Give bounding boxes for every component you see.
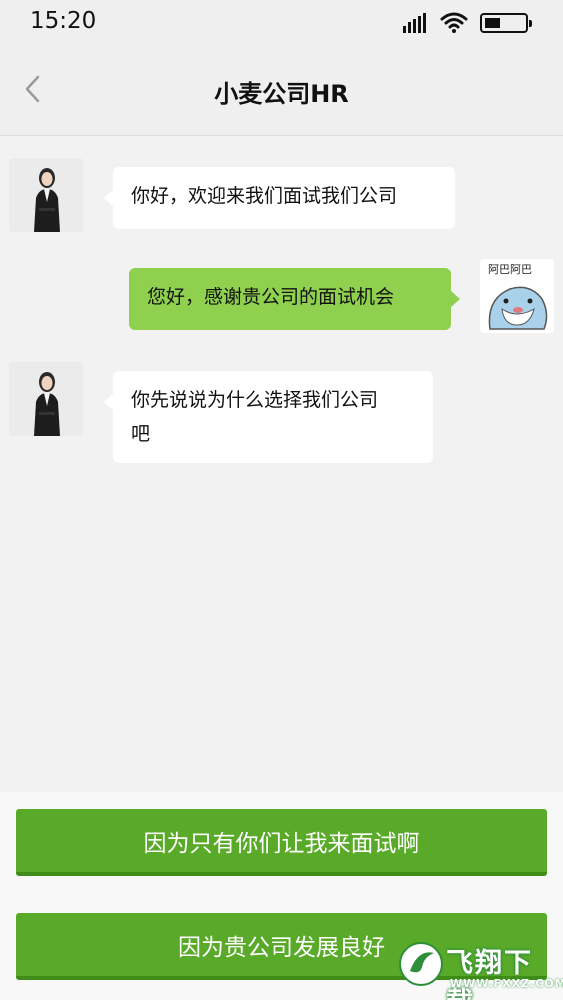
woman-avatar-icon bbox=[9, 158, 83, 232]
sticker-caption: 阿巴阿巴 bbox=[488, 263, 532, 276]
hr-avatar[interactable] bbox=[9, 362, 83, 436]
chat-area: 你好，欢迎来我们面试我们公司 您好，感谢贵公司的面试机会 阿巴阿巴 你先说说为什… bbox=[0, 137, 563, 792]
status-bar: 15:20 bbox=[0, 0, 563, 46]
reply-option-label: 因为贵公司发展良好 bbox=[178, 934, 385, 961]
chat-title: 小麦公司HR bbox=[214, 80, 349, 108]
signal-icon bbox=[403, 13, 426, 33]
nav-bar: 小麦公司HR bbox=[0, 46, 563, 136]
my-avatar[interactable]: 阿巴阿巴 bbox=[480, 259, 554, 333]
message-text-line: 吧 bbox=[131, 423, 151, 445]
woman-avatar-icon bbox=[9, 362, 83, 436]
message-text: 你好，欢迎来我们面试我们公司 bbox=[131, 185, 398, 207]
message-bubble-hr: 你先说说为什么选择我们公司 吧 bbox=[104, 371, 433, 463]
message-text: 您好，感谢贵公司的面试机会 bbox=[147, 286, 395, 308]
watermark-url: WWW.FXXZ.COM bbox=[450, 977, 563, 990]
reply-option-button[interactable]: 因为只有你们让我来面试啊 bbox=[16, 809, 547, 876]
wifi-icon bbox=[440, 12, 468, 33]
watermark-brand: 飞翔下载 bbox=[446, 948, 533, 1000]
hr-avatar[interactable] bbox=[9, 158, 83, 232]
status-time: 15:20 bbox=[30, 8, 97, 34]
message-bubble-me: 您好，感谢贵公司的面试机会 bbox=[129, 268, 460, 330]
watermark: 飞翔下载 WWW.FXXZ.COM bbox=[398, 937, 563, 1000]
reply-option-label: 因为只有你们让我来面试啊 bbox=[143, 830, 420, 857]
message-text-line: 你先说说为什么选择我们公司 bbox=[131, 389, 379, 411]
message-bubble-hr: 你好，欢迎来我们面试我们公司 bbox=[104, 167, 455, 229]
battery-icon bbox=[480, 13, 532, 33]
watermark-logo-icon bbox=[399, 942, 443, 986]
